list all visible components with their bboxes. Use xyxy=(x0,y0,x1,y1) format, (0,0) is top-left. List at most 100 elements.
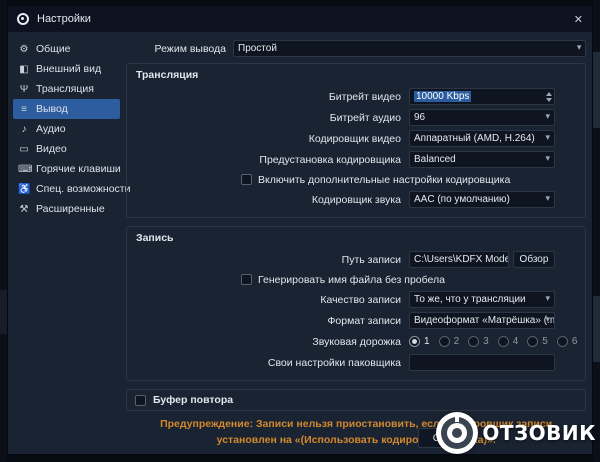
recording-path-input[interactable]: C:\Users\KDFX Modes\Videos xyxy=(409,251,509,268)
replay-buffer-section: Буфер повтора xyxy=(126,389,587,411)
audio-track-radio-6[interactable] xyxy=(556,336,568,347)
encoder-preset-select[interactable]: Balanced ▾ xyxy=(409,151,555,168)
sidebar-item-label: Трансляция xyxy=(36,83,94,95)
gear-icon: ⚙ xyxy=(19,43,29,55)
recording-format-label: Формат записи xyxy=(327,314,401,327)
sidebar-item-audio[interactable]: ♪ Аудио xyxy=(13,119,120,139)
sidebar-item-label: Общие xyxy=(36,43,71,55)
audio-track-radio-2[interactable] xyxy=(438,336,450,347)
audio-encoder-value: AAC (по умолчанию) xyxy=(414,194,510,205)
recording-quality-label: Качество записи xyxy=(320,293,401,306)
replay-buffer-label: Буфер повтора xyxy=(153,394,234,406)
audio-track-number: 3 xyxy=(483,336,489,347)
audio-track-radio-5[interactable] xyxy=(527,336,539,347)
audio-bitrate-label: Битрейт аудио xyxy=(329,111,401,124)
output-icon: ≡ xyxy=(21,103,27,115)
audio-track-number: 5 xyxy=(542,336,548,347)
audio-track-radio-3[interactable] xyxy=(468,336,480,347)
recording-format-select[interactable]: Видеоформат «Матрёшка» (.mkv) ▾ xyxy=(409,312,555,329)
recording-group: Запись Путь записи C:\Users\KDFX Modes\V… xyxy=(126,226,587,381)
recording-path-label: Путь записи xyxy=(341,253,401,266)
browse-button[interactable]: Обзор xyxy=(513,251,555,268)
audio-track-number: 4 xyxy=(512,336,519,347)
video-encoder-label: Кодировщик видео xyxy=(308,132,401,145)
recording-quality-select[interactable]: То же, что у трансляции ▾ xyxy=(409,291,555,308)
output-settings-panel: Режим вывода Простой ▾ Трансляция Битрей… xyxy=(120,32,594,454)
chevron-down-icon: ▾ xyxy=(545,153,550,163)
sidebar-item-label: Спец. возможности xyxy=(36,183,131,195)
chevron-down-icon: ▾ xyxy=(576,42,582,52)
sidebar-item-label: Вывод xyxy=(36,103,68,115)
audio-track-number: 2 xyxy=(453,336,460,347)
recording-quality-value: То же, что у трансляции xyxy=(414,294,526,305)
sidebar-item-label: Расширенные xyxy=(36,203,105,215)
video-bitrate-value: 10000 Kbps xyxy=(414,91,472,102)
muxer-settings-label: Свои настройки паковщика xyxy=(267,356,401,369)
speaker-icon: ♪ xyxy=(21,123,27,135)
audio-track-radio-1[interactable] xyxy=(409,336,420,347)
sidebar-item-output[interactable]: ≡ Вывод xyxy=(13,99,120,119)
close-icon[interactable]: ✕ xyxy=(574,13,583,26)
muxer-settings-input[interactable] xyxy=(409,354,555,371)
spinner-arrows[interactable] xyxy=(546,91,552,102)
advanced-encoder-settings-checkbox[interactable] xyxy=(241,174,252,185)
sidebar-item-accessibility[interactable]: ♿ Спец. возможности xyxy=(13,179,130,199)
sidebar-item-general[interactable]: ⚙ Общие xyxy=(13,39,120,59)
otzovik-watermark-text: ОТЗОВИК xyxy=(482,421,596,445)
streaming-group: Трансляция Битрейт видео 10000 Kbps Битр… xyxy=(126,63,587,218)
tools-icon: ⚒ xyxy=(19,203,29,215)
background-window-fragment xyxy=(0,290,7,334)
sidebar-item-label: Горячие клавиши xyxy=(36,163,121,175)
recording-path-value: C:\Users\KDFX Modes\Videos xyxy=(414,254,508,265)
accessibility-icon: ♿ xyxy=(18,183,31,195)
audio-bitrate-select[interactable]: 96 ▾ xyxy=(409,109,555,126)
spinner-up-icon[interactable] xyxy=(546,91,552,96)
recording-format-value: Видеоформат «Матрёшка» (.mkv) xyxy=(414,315,554,326)
audio-track-number: 1 xyxy=(424,336,430,347)
video-encoder-value: Аппаратный (AMD, H.264) xyxy=(414,133,535,144)
output-mode-select[interactable]: Простой ▾ xyxy=(233,40,587,57)
sidebar-item-hotkeys[interactable]: ⌨ Горячие клавиши xyxy=(13,159,121,179)
sidebar-item-stream[interactable]: Ψ Трансляция xyxy=(13,79,120,99)
monitor-icon: ▭ xyxy=(19,143,29,155)
sidebar-item-label: Аудио xyxy=(36,123,66,135)
obs-logo-icon xyxy=(17,13,29,25)
output-mode-label: Режим вывода xyxy=(154,42,226,55)
audio-track-radio-4[interactable] xyxy=(497,336,509,347)
broadcast-icon: Ψ xyxy=(19,83,29,95)
chevron-down-icon: ▾ xyxy=(545,132,550,142)
chevron-down-icon: ▾ xyxy=(545,293,550,303)
streaming-group-title: Трансляция xyxy=(136,69,199,81)
settings-sidebar: ⚙ Общие ◧ Внешний вид Ψ Трансляция ≡ Выв… xyxy=(8,32,130,454)
video-bitrate-spinner[interactable]: 10000 Kbps xyxy=(409,88,555,105)
audio-encoder-select[interactable]: AAC (по умолчанию) ▾ xyxy=(409,191,555,208)
spinner-down-icon[interactable] xyxy=(546,97,552,102)
video-encoder-select[interactable]: Аппаратный (AMD, H.264) ▾ xyxy=(409,130,555,147)
encoder-preset-label: Предустановка кодировщика xyxy=(259,153,401,166)
replay-buffer-checkbox[interactable] xyxy=(135,394,146,406)
chevron-down-icon: ▾ xyxy=(545,193,550,203)
sidebar-item-appearance[interactable]: ◧ Внешний вид xyxy=(13,59,120,79)
otzovik-watermark: ОТЗОВИК xyxy=(436,412,596,454)
sidebar-item-label: Внешний вид xyxy=(36,63,102,75)
filename-without-space-label: Генерировать имя файла без пробела xyxy=(258,273,445,286)
settings-dialog: Настройки ✕ ⚙ Общие ◧ Внешний вид Ψ Тран… xyxy=(7,5,593,455)
filename-without-space-checkbox[interactable] xyxy=(241,274,252,285)
audio-track-number: 6 xyxy=(571,336,578,347)
encoder-preset-value: Balanced xyxy=(414,154,456,165)
sidebar-item-video[interactable]: ▭ Видео xyxy=(13,139,120,159)
output-mode-value: Простой xyxy=(238,43,277,54)
audio-encoder-label: Кодировщик звука xyxy=(311,193,401,206)
sidebar-item-label: Видео xyxy=(36,143,67,155)
recording-group-title: Запись xyxy=(136,232,174,244)
audio-bitrate-value: 96 xyxy=(414,112,426,123)
advanced-encoder-settings-label: Включить дополнительные настройки кодиро… xyxy=(258,173,511,186)
appearance-icon: ◧ xyxy=(19,63,29,75)
titlebar: Настройки ✕ xyxy=(8,6,592,32)
video-bitrate-label: Битрейт видео xyxy=(328,90,401,103)
window-title: Настройки xyxy=(37,13,91,25)
keyboard-icon: ⌨ xyxy=(18,163,33,175)
background-window-edge-left xyxy=(0,0,7,462)
sidebar-item-advanced[interactable]: ⚒ Расширенные xyxy=(13,199,120,219)
chevron-down-icon: ▾ xyxy=(545,314,550,324)
